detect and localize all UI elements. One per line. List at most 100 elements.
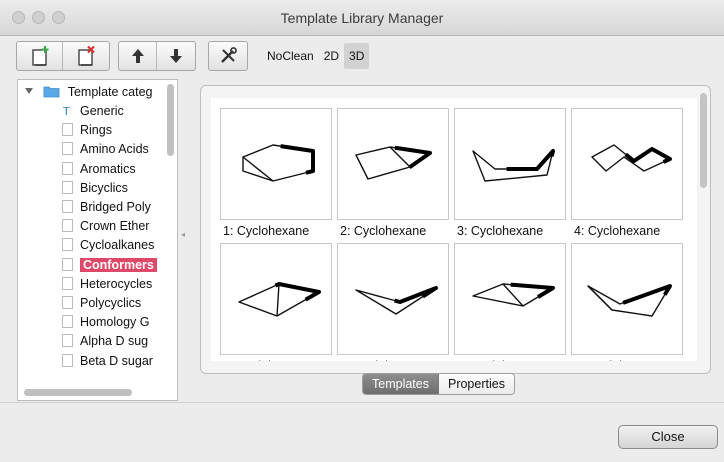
template-library-window: Template Library Manager NoClean 2D 3D T… (0, 0, 724, 462)
tree-root-label: Template categ (67, 85, 153, 99)
molecule-structure-icon (241, 143, 315, 183)
move-down-button[interactable] (157, 42, 195, 70)
tree-horizontal-scrollbar[interactable] (24, 389, 132, 396)
tree-item-label: Beta D sugar (80, 353, 153, 368)
tree-item[interactable]: Aromatics (62, 160, 136, 179)
mode-noclean-button[interactable]: NoClean (262, 43, 319, 69)
tree-item-label: Heterocycles (80, 276, 153, 291)
tree-item-label: Bicyclics (80, 180, 128, 195)
template-label: 1: Cyclohexane (223, 224, 310, 238)
mode-3d-button[interactable]: 3D (344, 43, 370, 69)
tree-vertical-scrollbar[interactable] (167, 84, 174, 156)
tab-properties[interactable]: Properties (438, 374, 514, 394)
tree-item[interactable]: Bicyclics (62, 179, 128, 198)
molecule-structure-icon (471, 149, 555, 183)
document-icon (62, 276, 73, 290)
tree-item[interactable]: Homology G (62, 313, 149, 332)
template-edit-group (16, 41, 110, 71)
add-template-icon (31, 46, 48, 66)
tree-item[interactable]: T Generic (62, 102, 124, 121)
document-icon (62, 315, 73, 329)
svg-text:T: T (62, 105, 70, 117)
document-icon (62, 200, 73, 213)
tree-item-label: Cycloalkanes (80, 238, 155, 253)
document-icon (62, 161, 73, 175)
template-label: 4: Cyclohexane (574, 224, 661, 238)
view-tabs: Templates Properties (362, 373, 515, 395)
tree-item-label: Aromatics (80, 161, 136, 176)
remove-template-icon (78, 45, 95, 66)
tree-item-label: Conformers (80, 257, 157, 272)
molecule-structure-icon (354, 286, 438, 316)
tree-item[interactable]: Alpha D sug (62, 332, 148, 351)
document-icon (62, 142, 73, 156)
template-thumbnail[interactable] (454, 108, 566, 220)
template-thumbnail[interactable] (571, 243, 683, 355)
template-grid-panel: 1: Cyclohexane 2: Cyclohexane 3: Cyclohexa… (200, 85, 711, 374)
tree-item-label: Rings (80, 123, 112, 138)
template-grid: 1: Cyclohexane 2: Cyclohexane 3: Cyclohexa… (211, 98, 697, 361)
document-icon (62, 257, 73, 271)
tree-item-label: Polycyclics (80, 296, 142, 310)
move-up-button[interactable] (119, 42, 157, 70)
molecule-structure-icon (586, 284, 672, 318)
arrow-down-icon (170, 49, 182, 63)
disclosure-triangle-icon[interactable] (24, 86, 34, 96)
template-label: 5: Cyclohexane (223, 359, 339, 361)
template-thumbnail[interactable] (337, 108, 449, 220)
document-icon (62, 353, 73, 367)
document-icon (62, 180, 73, 194)
folder-icon (44, 86, 60, 98)
template-label: 8: Cyclohexane (574, 359, 690, 361)
remove-template-button[interactable] (63, 42, 109, 70)
tools-button[interactable] (209, 42, 247, 70)
tree-item[interactable]: Rings (62, 121, 112, 140)
tree-item[interactable]: Amino Acids (62, 140, 149, 159)
tab-templates[interactable]: Templates (363, 374, 439, 394)
tools-group (208, 41, 248, 71)
template-label: 3: Cyclohexane (457, 224, 544, 238)
tree-item[interactable]: Polycyclics (62, 294, 141, 313)
molecule-structure-icon (237, 282, 321, 318)
document-icon (62, 334, 73, 348)
tree-item-label: Bridged Poly (80, 200, 151, 214)
template-label: 2: Cyclohexane (340, 224, 427, 238)
template-thumbnail[interactable] (571, 108, 683, 220)
toolbar: NoClean 2D 3D (0, 37, 724, 73)
template-thumbnail[interactable] (454, 243, 566, 355)
tree-item-label: Amino Acids (80, 142, 149, 157)
tree-item[interactable]: Heterocycles (62, 275, 152, 294)
template-thumbnail[interactable] (220, 243, 332, 355)
arrow-up-icon (131, 49, 144, 63)
add-template-button[interactable] (17, 42, 63, 70)
window-title: Template Library Manager (280, 10, 444, 26)
tree-item[interactable]: Beta D sugar (62, 352, 153, 371)
tree-item[interactable]: Bridged Poly (62, 198, 151, 217)
template-thumbnail[interactable] (220, 108, 332, 220)
molecule-structure-icon (590, 143, 672, 173)
document-icon (62, 296, 73, 309)
tree-item-label: Crown Ether (80, 219, 150, 234)
template-thumbnail[interactable] (337, 243, 449, 355)
tree-item[interactable]: Cycloalkanes (62, 236, 154, 255)
category-tree: Template categ T Generic Rings Amino Acids A… (17, 79, 178, 401)
template-label: 6: Cyclohexane (340, 359, 456, 361)
tools-icon (221, 47, 237, 63)
document-icon (62, 219, 73, 233)
tree-root[interactable]: Template categ (24, 83, 153, 102)
mode-2d-button[interactable]: 2D (319, 43, 344, 69)
mode-selector: NoClean 2D 3D (262, 41, 370, 71)
grid-vertical-scrollbar[interactable] (700, 93, 707, 188)
tree-item[interactable]: Crown Ether (62, 217, 149, 236)
reorder-group (118, 41, 196, 71)
document-icon (62, 238, 73, 252)
template-label: 7: Cyclohexane (457, 359, 573, 361)
footer-divider (0, 402, 724, 403)
close-button[interactable]: Close (618, 425, 718, 449)
tree-item-label: Homology G (80, 315, 150, 330)
document-icon (62, 123, 73, 137)
tree-item[interactable]: Conformers (62, 256, 157, 275)
splitter-grip[interactable]: ◂ (181, 230, 185, 239)
tree-item-label: Generic (80, 104, 124, 118)
tree-item-label: Alpha D sug (80, 334, 149, 349)
